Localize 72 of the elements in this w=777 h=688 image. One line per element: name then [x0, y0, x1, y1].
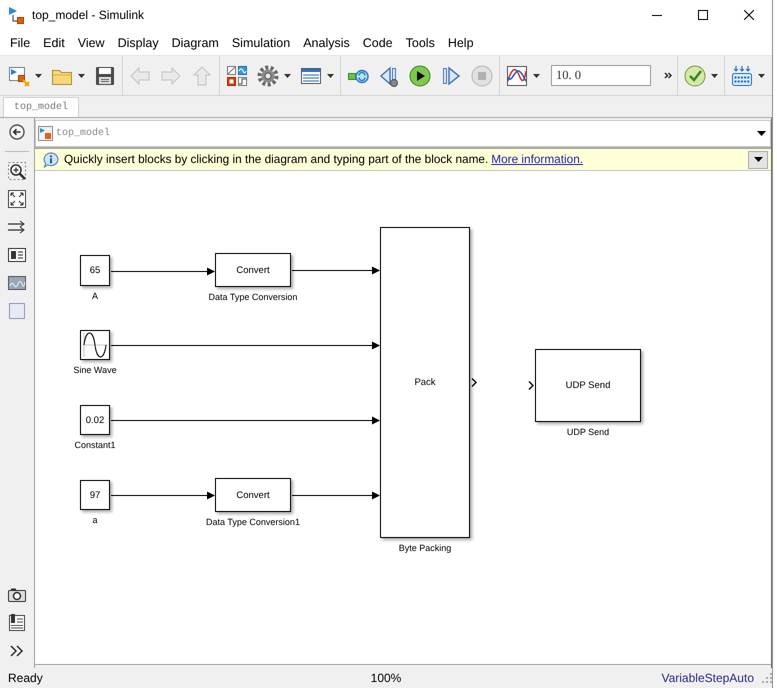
constant-block: 0.02 — [80, 405, 110, 435]
caret-icon — [757, 131, 766, 136]
zoom-level: 100% — [370, 671, 402, 685]
scope-icon — [506, 64, 528, 86]
info-dropdown-button[interactable] — [748, 150, 768, 168]
new-model-icon — [8, 64, 30, 86]
double-chevron-icon — [664, 72, 672, 79]
menu-item[interactable]: Diagram — [172, 34, 219, 50]
info-message: Quickly insert blocks by clicking in the diagram and typing part of the block name. — [64, 150, 488, 168]
caret-icon — [711, 74, 718, 78]
caret-icon — [758, 74, 765, 78]
block-label: Data Type Conversion — [208, 292, 298, 303]
window-title: top_model - Simulink — [32, 8, 144, 22]
close-icon — [744, 10, 754, 20]
play-icon — [409, 64, 431, 86]
input-port-icon — [528, 381, 534, 390]
block-label: Data Type Conversion1 — [206, 517, 300, 528]
menu-item[interactable]: Help — [448, 34, 474, 50]
fit-to-view-icon — [7, 189, 27, 209]
maximize-icon — [698, 10, 708, 20]
model-tab[interactable]: top_model — [3, 97, 80, 117]
library-grid-icon — [226, 64, 248, 86]
caret-icon — [327, 74, 334, 78]
constant-block: 65 — [80, 255, 110, 286]
caret-icon — [533, 74, 540, 78]
block-label: a — [92, 515, 98, 526]
menu-item[interactable]: Tools — [406, 34, 435, 50]
stop-time-field[interactable]: 10. 0 — [551, 65, 651, 86]
image-icon — [7, 273, 27, 293]
menu-item[interactable]: View — [78, 34, 105, 50]
convert-block: Convert — [215, 478, 291, 512]
grid-icon — [731, 64, 753, 86]
output-port-icon — [472, 378, 477, 387]
gear-icon — [257, 64, 279, 86]
convert-block: Convert — [215, 253, 291, 287]
block-label: UDP Send — [566, 427, 610, 438]
constant-block: 97 — [80, 480, 110, 510]
right-arrow-icon — [160, 64, 182, 86]
report-icon — [7, 613, 27, 633]
info-icon — [43, 152, 59, 168]
step-back-icon — [378, 64, 400, 86]
model-icon — [8, 6, 24, 24]
solver-name[interactable]: VariableStepAuto — [661, 669, 754, 687]
up-arrow-icon — [191, 64, 213, 86]
stop-icon — [471, 64, 493, 86]
byte-packing-block: Pack — [380, 227, 470, 538]
menu-item[interactable]: Code — [362, 34, 393, 50]
block-label: A — [92, 291, 98, 302]
step-forward-icon — [440, 64, 462, 86]
more-information-link[interactable]: More information. — [491, 150, 584, 168]
block-label: Constant1 — [74, 440, 116, 451]
check-icon — [684, 64, 706, 86]
caret-icon — [284, 74, 291, 78]
menu-item[interactable]: Simulation — [232, 34, 290, 50]
menu-item[interactable]: File — [10, 34, 30, 50]
menu-item[interactable]: Analysis — [303, 34, 350, 50]
resize-grip-icon — [762, 673, 772, 683]
udp-send-block: UDP Send — [535, 349, 641, 422]
breadcrumb-label[interactable]: top_model — [56, 126, 110, 141]
caret-icon — [754, 157, 762, 162]
block-label: Sine Wave — [73, 365, 117, 376]
left-arrow-icon — [129, 64, 151, 86]
annotation-icon — [7, 245, 27, 265]
model-icon — [38, 126, 53, 141]
menu-item[interactable]: Edit — [43, 34, 65, 50]
block-label: Byte Packing — [398, 543, 452, 554]
caret-icon — [78, 74, 85, 78]
caret-icon — [35, 74, 42, 78]
status-text: Ready — [8, 671, 43, 685]
zoom-icon — [7, 161, 27, 181]
menu-item[interactable]: Display — [118, 34, 159, 50]
area-icon — [7, 301, 27, 321]
